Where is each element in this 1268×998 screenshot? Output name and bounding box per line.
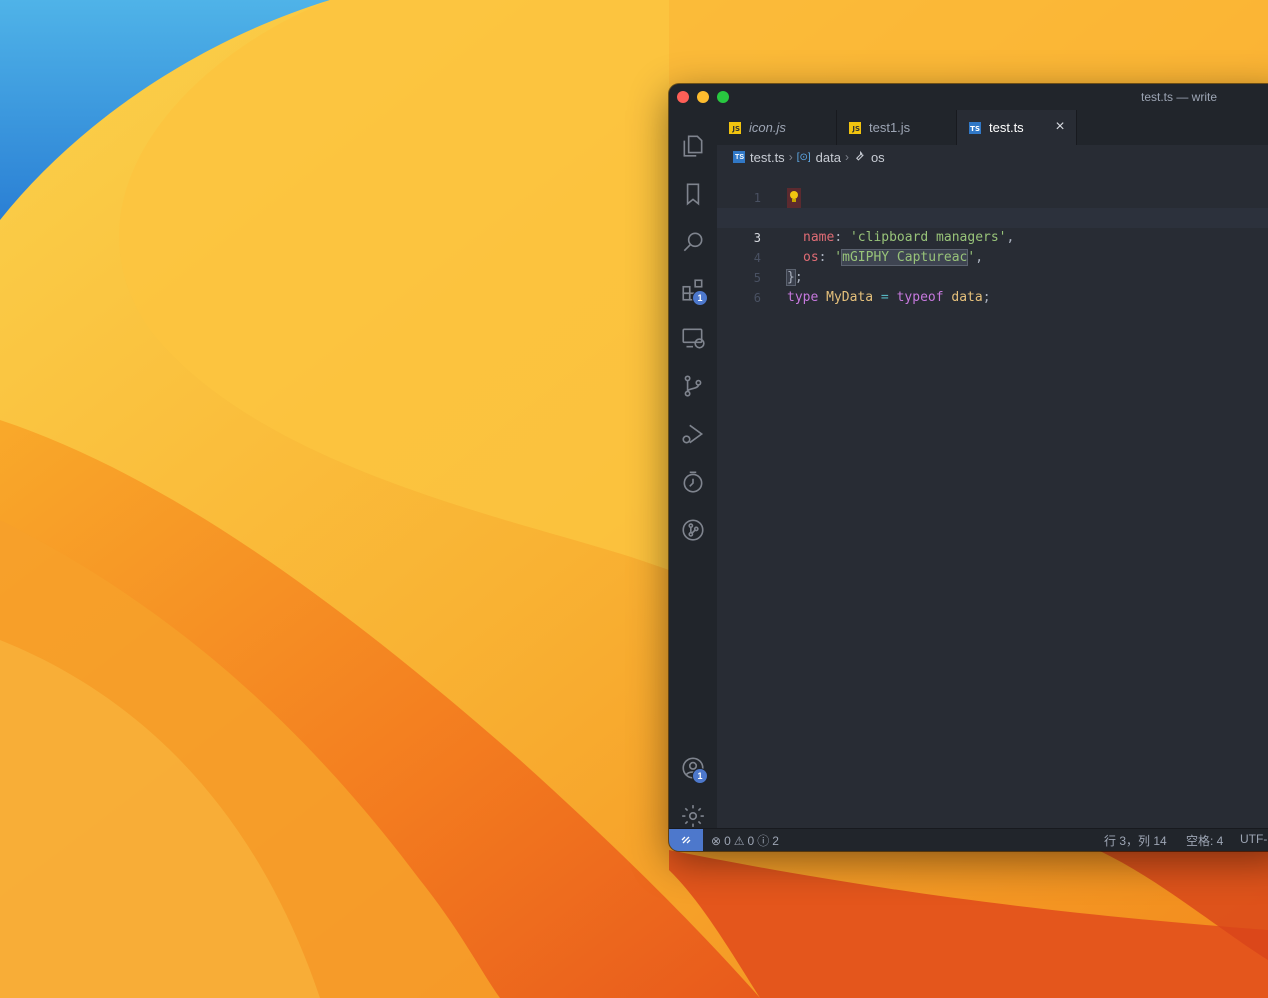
tab-bar: JS icon.js JS test1.js TS test.ts × bbox=[717, 110, 1268, 145]
code-line-current[interactable]: 3 os: 'mGIPHY Captureac', bbox=[717, 208, 1268, 266]
tab-icon-js[interactable]: JS icon.js bbox=[717, 110, 837, 145]
remote-icon bbox=[681, 836, 691, 844]
extensions-icon[interactable]: 1 bbox=[677, 274, 709, 306]
timeline-icon[interactable] bbox=[677, 466, 709, 498]
explorer-icon[interactable] bbox=[677, 130, 709, 162]
editor-window: test.ts — write 1 1 JS icon.js JS test1.… bbox=[669, 84, 1268, 851]
remote-indicator-button[interactable] bbox=[669, 829, 703, 851]
status-bar: ⊗ 0 ⚠ 0 ⓘ 2 行 3，列 14 空格: 4 UTF- bbox=[669, 828, 1268, 851]
tab-label: test.ts bbox=[989, 120, 1024, 135]
js-file-icon: JS bbox=[849, 121, 861, 134]
wrench-icon bbox=[853, 149, 866, 165]
extensions-badge: 1 bbox=[692, 290, 708, 306]
search-icon[interactable] bbox=[677, 226, 709, 258]
accounts-badge: 1 bbox=[692, 768, 708, 784]
ts-file-icon: TS bbox=[733, 151, 745, 163]
code-line[interactable]: 2 name: 'clipboard managers', bbox=[717, 188, 1268, 245]
tab-test1-js[interactable]: JS test1.js bbox=[837, 110, 957, 145]
maximize-window-button[interactable] bbox=[717, 91, 729, 103]
line-number: 6 bbox=[753, 291, 761, 305]
window-title: test.ts — write bbox=[1141, 90, 1218, 104]
problems-indicator[interactable]: ⊗ 0 ⚠ 0 ⓘ 2 bbox=[711, 832, 779, 849]
encoding-setting[interactable]: UTF- bbox=[1240, 832, 1267, 846]
close-tab-icon[interactable]: × bbox=[1052, 119, 1068, 135]
desktop-wallpaper: test.ts — write 1 1 JS icon.js JS test1.… bbox=[0, 0, 1268, 998]
info-icon: ⓘ bbox=[757, 834, 770, 848]
code-line[interactable]: 1 const data = { bbox=[717, 168, 1268, 226]
run-debug-icon[interactable] bbox=[677, 418, 709, 450]
remote-explorer-icon[interactable] bbox=[677, 322, 709, 354]
warning-icon: ⚠ bbox=[733, 833, 745, 848]
code-line[interactable]: 6 bbox=[717, 268, 1268, 305]
accounts-icon[interactable]: 1 bbox=[677, 752, 709, 784]
code-editor[interactable]: 1 const data = { 2 name: 'clipboard mana… bbox=[717, 168, 1268, 828]
tab-label: icon.js bbox=[749, 120, 786, 135]
git-graph-icon[interactable] bbox=[677, 514, 709, 546]
code-line[interactable]: 5 type MyData = typeof data; bbox=[717, 248, 1268, 305]
bookmark-icon[interactable] bbox=[677, 178, 709, 210]
close-window-button[interactable] bbox=[677, 91, 689, 103]
minimize-window-button[interactable] bbox=[697, 91, 709, 103]
lightbulb-icon[interactable] bbox=[789, 190, 799, 204]
breadcrumb-symbol[interactable]: data bbox=[816, 150, 841, 165]
info-count: 2 bbox=[772, 833, 779, 848]
code-line[interactable]: 4 }; bbox=[717, 228, 1268, 286]
chevron-right-icon: › bbox=[844, 150, 849, 164]
activity-bar: 1 1 bbox=[669, 110, 717, 828]
error-count: 0 bbox=[724, 833, 731, 848]
breadcrumb: TS test.ts › [⊙] data › os bbox=[733, 147, 885, 167]
source-control-icon[interactable] bbox=[677, 370, 709, 402]
chevron-right-icon: › bbox=[788, 150, 793, 164]
error-icon: ⊗ bbox=[711, 833, 722, 848]
indentation-setting[interactable]: 空格: 4 bbox=[1186, 832, 1223, 849]
warning-count: 0 bbox=[747, 833, 755, 848]
ts-file-icon: TS bbox=[969, 121, 981, 134]
breadcrumb-file[interactable]: test.ts bbox=[750, 150, 785, 165]
js-file-icon: JS bbox=[729, 121, 741, 134]
cursor-position[interactable]: 行 3，列 14 bbox=[1104, 832, 1167, 849]
breadcrumb-property[interactable]: os bbox=[871, 150, 885, 165]
tab-label: test1.js bbox=[869, 120, 911, 135]
title-bar: test.ts — write bbox=[669, 84, 1268, 110]
tab-test-ts[interactable]: TS test.ts × bbox=[957, 110, 1077, 145]
variable-icon: [⊙] bbox=[796, 151, 811, 163]
